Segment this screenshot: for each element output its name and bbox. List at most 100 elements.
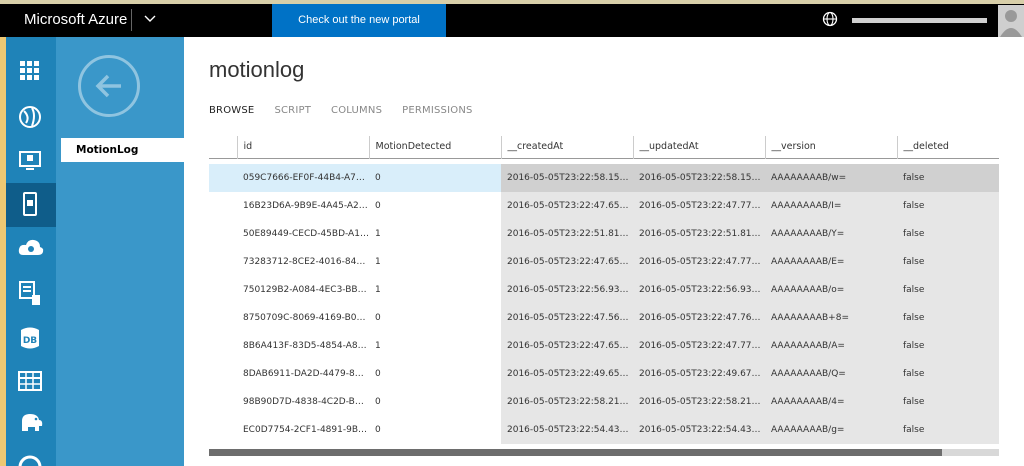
cell-deleted[interactable]: false [897,220,999,248]
column-header-motiondetected[interactable]: MotionDetected [368,136,501,158]
new-portal-button[interactable]: Check out the new portal [272,4,446,37]
cell-updatedat[interactable]: 2016-05-05T23:22:47.779+... [633,248,765,276]
cell-motiondetected[interactable]: 0 [369,360,501,388]
cell-updatedat[interactable]: 2016-05-05T23:22:51.811+... [633,220,765,248]
cell-version[interactable]: AAAAAAAAB/4= [765,388,897,416]
table-row[interactable]: 059C7666-EF0F-44B4-A7D7-... 0 2016-05-05T2… [209,164,999,192]
cell-updatedat[interactable]: 2016-05-05T23:22:58.154+... [633,164,765,192]
cell-motiondetected[interactable]: 1 [369,220,501,248]
column-header-id[interactable]: id [236,136,369,158]
cell-version[interactable]: AAAAAAAAB/Q= [765,360,897,388]
cell-motiondetected[interactable]: 1 [369,248,501,276]
cell-createdat[interactable]: 2016-05-05T23:22:47.654+... [501,192,633,220]
grid-icon[interactable] [6,50,56,94]
cell-deleted[interactable]: false [897,192,999,220]
cell-version[interactable]: AAAAAAAAB/I= [765,192,897,220]
cell-motiondetected[interactable]: 0 [369,164,501,192]
cell-updatedat[interactable]: 2016-05-05T23:22:47.779+... [633,332,765,360]
monitor-icon[interactable] [6,140,56,184]
brand-title[interactable]: Microsoft Azure [24,11,127,28]
cell-deleted[interactable]: false [897,248,999,276]
table-row[interactable]: 73283712-8CE2-4016-848E... 1 2016-05-05T23… [209,248,999,276]
cell-deleted[interactable]: false [897,332,999,360]
cell-updatedat[interactable]: 2016-05-05T23:22:49.67+0... [633,360,765,388]
tab-browse[interactable]: BROWSE [209,105,254,116]
tab-permissions[interactable]: PERMISSIONS [402,105,472,116]
column-header-createdat[interactable]: __createdAt [500,136,633,158]
cell-createdat[interactable]: 2016-05-05T23:22:58.154+... [501,164,633,192]
cell-id[interactable]: 98B90D7D-4838-4C2D-B0D... [237,388,369,416]
table-row[interactable]: 8DAB6911-DA2D-4479-897... 0 2016-05-05T23:… [209,360,999,388]
cell-version[interactable]: AAAAAAAAB/g= [765,416,897,444]
cell-version[interactable]: AAAAAAAAB+8= [765,304,897,332]
cell-deleted[interactable]: false [897,276,999,304]
cell-version[interactable]: AAAAAAAAB/A= [765,332,897,360]
cell-motiondetected[interactable]: 0 [369,304,501,332]
cell-id[interactable]: 16B23D6A-9B9E-4A45-A21... [237,192,369,220]
avatar[interactable] [998,5,1024,37]
cell-id[interactable]: 059C7666-EF0F-44B4-A7D7-... [237,164,369,192]
cell-updatedat[interactable]: 2016-05-05T23:22:58.217+... [633,388,765,416]
cell-deleted[interactable]: false [897,388,999,416]
cell-deleted[interactable]: false [897,416,999,444]
cell-motiondetected[interactable]: 0 [369,388,501,416]
table-row[interactable]: 8B6A413F-83D5-4854-A809... 1 2016-05-05T23… [209,332,999,360]
cell-id[interactable]: 8750709C-8069-4169-B064... [237,304,369,332]
cell-motiondetected[interactable]: 0 [369,416,501,444]
table-row[interactable]: EC0D7754-2CF1-4891-9BF3... 0 2016-05-05T23… [209,416,999,444]
cell-createdat[interactable]: 2016-05-05T23:22:49.654+... [501,360,633,388]
column-header-updatedat[interactable]: __updatedAt [632,136,765,158]
cell-motiondetected[interactable]: 1 [369,332,501,360]
back-button[interactable] [78,55,140,117]
table-row[interactable]: 750129B2-A084-4EC3-BB26... 1 2016-05-05T23… [209,276,999,304]
cell-id[interactable]: 8B6A413F-83D5-4854-A809... [237,332,369,360]
tab-columns[interactable]: COLUMNS [331,105,382,116]
cell-deleted[interactable]: false [897,360,999,388]
column-header-version[interactable]: __version [764,136,897,158]
cell-id[interactable]: 50E89449-CECD-45BD-A1C... [237,220,369,248]
table-icon[interactable] [6,360,56,404]
mobile-icon[interactable] [6,183,56,227]
cell-id[interactable]: EC0D7754-2CF1-4891-9BF3... [237,416,369,444]
cell-id[interactable]: 750129B2-A084-4EC3-BB26... [237,276,369,304]
cell-deleted[interactable]: false [897,164,999,192]
table-row[interactable]: 8750709C-8069-4169-B064... 0 2016-05-05T23… [209,304,999,332]
cell-updatedat[interactable]: 2016-05-05T23:22:47.764+... [633,304,765,332]
subnav-item-motionlog[interactable]: MotionLog [61,138,184,162]
cell-version[interactable]: AAAAAAAAB/E= [765,248,897,276]
cell-createdat[interactable]: 2016-05-05T23:22:47.654+... [501,332,633,360]
cell-createdat[interactable]: 2016-05-05T23:22:47.654+... [501,248,633,276]
cell-createdat[interactable]: 2016-05-05T23:22:56.936+... [501,276,633,304]
table-row[interactable]: 16B23D6A-9B9E-4A45-A21... 0 2016-05-05T23:… [209,192,999,220]
cell-version[interactable]: AAAAAAAAB/o= [765,276,897,304]
scrollbar-thumb[interactable] [209,449,942,456]
cell-id[interactable]: 73283712-8CE2-4016-848E... [237,248,369,276]
cell-updatedat[interactable]: 2016-05-05T23:22:47.779+... [633,192,765,220]
cell-motiondetected[interactable]: 1 [369,276,501,304]
cell-createdat[interactable]: 2016-05-05T23:22:54.436+... [501,416,633,444]
cell-updatedat[interactable]: 2016-05-05T23:22:54.436+... [633,416,765,444]
cell-createdat[interactable]: 2016-05-05T23:22:47.561+... [501,304,633,332]
cell-version[interactable]: AAAAAAAAB/w= [765,164,897,192]
doc-export-icon[interactable] [6,272,56,316]
cell-version[interactable]: AAAAAAAAB/Y= [765,220,897,248]
cloud-gear-icon[interactable] [6,228,56,272]
table-row[interactable]: 98B90D7D-4838-4C2D-B0D... 0 2016-05-05T23:… [209,388,999,416]
cell-motiondetected[interactable]: 0 [369,192,501,220]
elephant-icon[interactable] [6,402,56,446]
notification-icon[interactable] [6,444,56,466]
cell-id[interactable]: 8DAB6911-DA2D-4479-897... [237,360,369,388]
db-icon[interactable]: DB [6,316,56,360]
cell-createdat[interactable]: 2016-05-05T23:22:58.217+... [501,388,633,416]
chevron-down-icon[interactable] [144,9,156,33]
cell-createdat[interactable]: 2016-05-05T23:22:51.811+... [501,220,633,248]
cell-updatedat[interactable]: 2016-05-05T23:22:56.936+... [633,276,765,304]
cell-deleted[interactable]: false [897,304,999,332]
table-row[interactable]: 50E89449-CECD-45BD-A1C... 1 2016-05-05T23:… [209,220,999,248]
user-name[interactable] [852,18,987,23]
horizontal-scrollbar[interactable] [209,449,999,456]
tab-script[interactable]: SCRIPT [274,105,311,116]
globe-icon[interactable] [822,11,838,27]
column-header-deleted[interactable]: __deleted [896,136,999,158]
globe-icon[interactable] [6,96,56,140]
